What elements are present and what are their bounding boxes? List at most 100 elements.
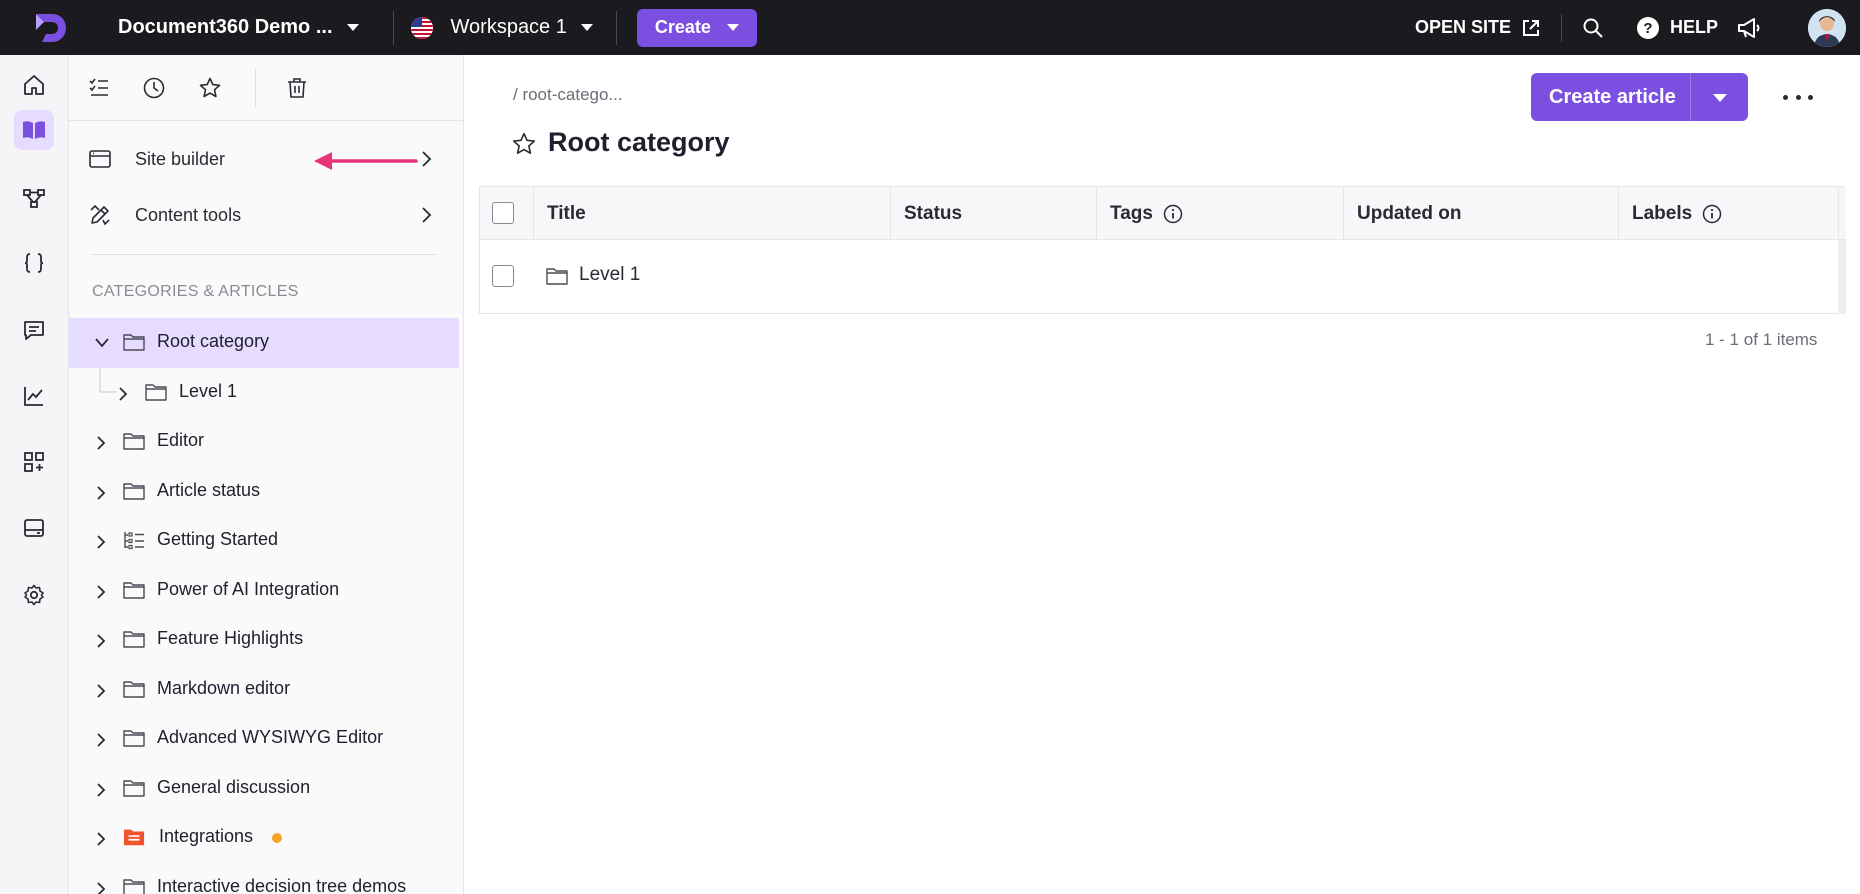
categories-section-title: CATEGORIES & ARTICLES [92,283,299,300]
folder-icon [123,582,145,599]
sidebar-tool-starred[interactable] [196,74,224,102]
column-header-tags[interactable]: Tags [1110,187,1183,240]
tree-item-interactive-decision-tree[interactable]: Interactive decision tree demos [69,863,459,894]
column-header-updated-on[interactable]: Updated on [1357,187,1462,240]
chevron-right-icon [422,207,432,223]
tree-item-power-of-ai[interactable]: Power of AI Integration [69,566,459,616]
chevron-right-icon[interactable] [94,633,108,649]
star-icon[interactable] [511,131,537,157]
trash-icon [288,78,306,98]
open-site-link[interactable]: OPEN SITE [1415,17,1541,38]
sidebar-tool-recent[interactable] [140,74,168,102]
rail-api-docs[interactable] [14,243,54,283]
rail-settings[interactable] [14,575,54,615]
tree-item-markdown-editor[interactable]: Markdown editor [69,665,459,715]
category-sidebar: Site builder Content tools CATEGORIES & … [69,55,464,894]
select-all-checkbox[interactable] [492,202,514,224]
rail-feedback[interactable] [14,310,54,350]
flow-icon [23,189,45,208]
code-braces-icon [24,253,44,273]
rail-analytics[interactable] [14,376,54,416]
chevron-right-icon[interactable] [94,534,108,550]
table-row[interactable]: Level 1 [480,240,1846,314]
chevron-down-icon[interactable] [1713,94,1727,102]
chevron-right-icon[interactable] [94,881,108,894]
help-button[interactable]: ? HELP [1636,16,1718,40]
tree-item-label: Root category [157,331,270,351]
home-icon [24,75,44,95]
chevron-right-icon[interactable] [94,831,108,847]
help-circle-icon: ? [1636,16,1659,39]
create-button[interactable]: Create [636,8,757,47]
chevron-right-icon[interactable] [94,485,108,501]
external-link-icon [1522,19,1539,36]
user-avatar[interactable] [1808,8,1846,47]
chevron-down-icon [346,24,359,31]
column-header-labels[interactable]: Labels [1632,187,1722,240]
open-site-label: OPEN SITE [1414,17,1511,37]
tree-item-editor[interactable]: Editor [69,417,459,467]
chevron-right-icon[interactable] [94,435,108,451]
tree-item-root-category[interactable]: Root category [69,318,459,368]
create-button-label: Create [654,17,711,37]
svg-text:?: ? [1643,20,1652,37]
breadcrumb[interactable]: / root-catego... [513,85,623,105]
content-tools-menu-item[interactable]: Content tools [69,190,463,240]
create-article-button[interactable]: Create article [1531,73,1748,121]
divider [1560,13,1562,42]
tree-item-level-1[interactable]: Level 1 [69,368,459,418]
more-options-icon[interactable] [1783,85,1813,109]
rail-home[interactable] [14,65,54,105]
top-bar: Document360 Demo ... Workspace 1 Create … [0,0,1860,55]
tree-item-integrations[interactable]: Integrations [69,813,459,863]
workspace-selector[interactable]: Workspace 1 [410,16,593,39]
column-header-title[interactable]: Title [547,187,586,240]
info-icon[interactable] [1163,204,1183,224]
chevron-right-icon[interactable] [116,386,130,402]
info-icon[interactable] [1702,204,1722,224]
tree-item-getting-started[interactable]: Getting Started [69,516,459,566]
folder-icon [123,433,145,450]
document360-logo-icon[interactable] [32,10,68,46]
folder-icon [123,879,145,894]
sidebar-tool-recycle-bin[interactable] [283,74,311,102]
row-title-link[interactable]: Level 1 [579,264,640,286]
chevron-right-icon[interactable] [94,584,108,600]
tree-item-label: Markdown editor [157,678,291,698]
project-selector[interactable]: Document360 Demo ... [118,16,359,39]
gear-icon [24,584,44,606]
rail-integrations[interactable] [14,442,54,482]
chevron-right-icon[interactable] [94,683,108,699]
column-separator [1096,187,1097,240]
table-scrollbar[interactable] [1838,240,1846,314]
folder-icon [123,334,145,351]
tree-item-feature-highlights[interactable]: Feature Highlights [69,615,459,665]
chevron-down-icon[interactable] [94,336,110,350]
project-name: Document360 Demo ... [118,16,333,38]
search-icon[interactable] [1582,17,1604,39]
rail-workflow[interactable] [14,178,54,218]
column-separator [890,187,891,240]
left-nav-rail [0,55,69,894]
divider [91,254,437,255]
column-separator [1618,187,1619,240]
chevron-right-icon[interactable] [94,732,108,748]
tree-item-article-status[interactable]: Article status [69,467,459,517]
checklist-icon [89,78,108,96]
announcement-megaphone-icon[interactable] [1736,16,1762,40]
sidebar-tool-all-articles[interactable] [85,74,113,102]
rail-drive[interactable] [14,508,54,548]
folder-icon [123,780,145,797]
column-header-status[interactable]: Status [904,187,962,240]
book-icon [23,121,45,139]
rail-documentation[interactable] [14,110,54,150]
index-list-icon [124,532,144,550]
chevron-right-icon[interactable] [94,782,108,798]
clock-icon [143,77,165,99]
apps-add-icon [24,452,44,472]
feedback-icon [24,321,44,340]
row-checkbox[interactable] [492,265,514,287]
tree-item-general-discussion[interactable]: General discussion [69,764,459,814]
tree-item-advanced-wysiwyg[interactable]: Advanced WYSIWYG Editor [69,714,459,764]
pencil-ruler-icon [90,204,110,226]
